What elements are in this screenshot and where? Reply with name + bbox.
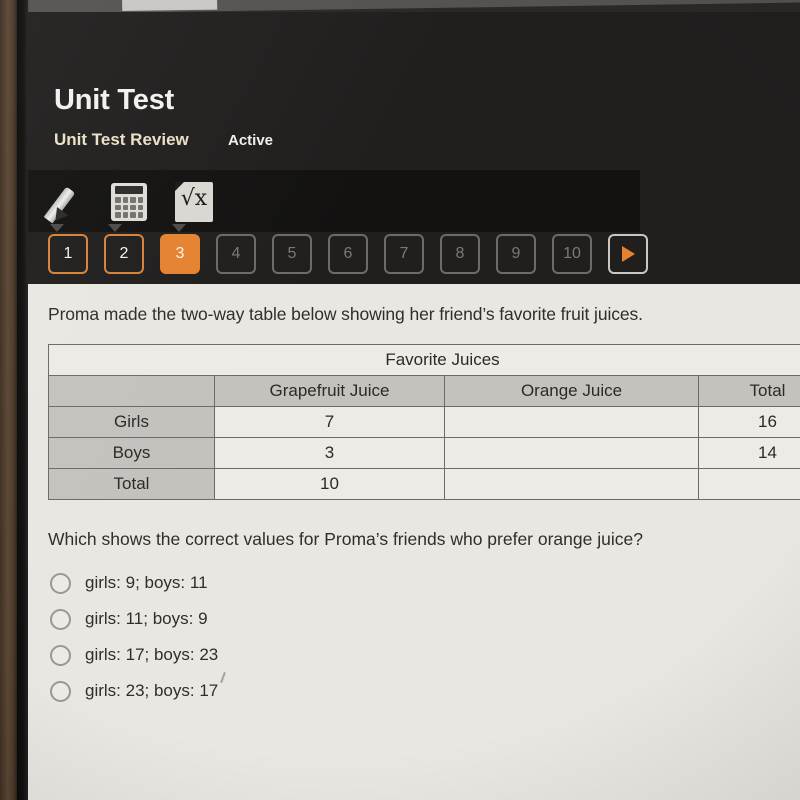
- question-button-9[interactable]: 9: [496, 234, 536, 274]
- pencil-tool-button[interactable]: [43, 180, 94, 232]
- question-button-5[interactable]: 5: [272, 234, 312, 274]
- test-header: Unit Test Unit Test Review Active √x 1 2…: [28, 12, 800, 284]
- answer-choices: girls: 9; boys: 11 girls: 11; boys: 9 gi…: [50, 566, 218, 710]
- answer-choice-label: girls: 11; boys: 9: [85, 609, 208, 628]
- page-title: Unit Test: [54, 84, 175, 116]
- question-button-2[interactable]: 2: [104, 234, 144, 274]
- table-corner-cell: [48, 375, 215, 407]
- radio-button-icon[interactable]: [50, 608, 71, 630]
- column-header-orange: Orange Juice: [444, 375, 699, 407]
- desk-surface-edge: [0, 0, 17, 800]
- app-screen: Unit Test Unit Test Review Active √x 1 2…: [28, 12, 800, 800]
- table-row: Boys 3 14: [48, 437, 800, 469]
- cell-girls-total: 16: [697, 406, 800, 438]
- question-content: Proma made the two-way table below showi…: [28, 284, 800, 800]
- cell-girls-grapefruit: 7: [214, 406, 445, 438]
- question-prompt: Proma made the two-way table below showi…: [48, 304, 643, 324]
- question-button-10[interactable]: 10: [552, 234, 592, 274]
- play-arrow-icon: [621, 246, 635, 262]
- row-header-boys: Boys: [48, 437, 215, 469]
- answer-choice-3[interactable]: girls: 17; boys: 23: [50, 638, 218, 672]
- tool-notch: [172, 224, 186, 232]
- formula-tool-label: √x: [180, 186, 208, 211]
- tool-notch: [50, 224, 64, 232]
- answer-choice-label: girls: 23; boys: 17: [85, 681, 219, 700]
- radio-button-icon[interactable]: [50, 680, 71, 702]
- cell-girls-orange: [444, 406, 699, 438]
- cell-total-grapefruit: 10: [214, 468, 445, 500]
- browser-tab[interactable]: [122, 0, 218, 11]
- cell-total-total: [697, 468, 800, 500]
- answer-choice-1[interactable]: girls: 9; boys: 11: [50, 566, 218, 600]
- tool-panel: √x: [28, 170, 640, 232]
- cell-boys-orange: [444, 437, 699, 469]
- table-header-row: Grapefruit Juice Orange Juice Total: [48, 375, 800, 407]
- table-row: Girls 7 16: [48, 406, 800, 438]
- answer-choice-label: girls: 17; boys: 23: [85, 645, 219, 664]
- calculator-tool-button[interactable]: [108, 180, 152, 232]
- formula-tool-button[interactable]: √x: [172, 180, 216, 232]
- next-question-button[interactable]: [608, 234, 648, 274]
- question-button-4[interactable]: 4: [216, 234, 256, 274]
- row-header-girls: Girls: [48, 406, 215, 438]
- question-text: Which shows the correct values for Proma…: [48, 529, 643, 549]
- answer-choice-label: girls: 9; boys: 11: [85, 573, 208, 592]
- answer-choice-2[interactable]: girls: 11; boys: 9: [50, 602, 218, 636]
- table-row: Total 10: [48, 468, 800, 500]
- column-header-grapefruit: Grapefruit Juice: [214, 375, 445, 407]
- test-name-label: Unit Test Review: [54, 130, 189, 149]
- row-header-total: Total: [48, 468, 215, 500]
- radio-button-icon[interactable]: [50, 644, 71, 666]
- question-button-3[interactable]: 3: [160, 234, 200, 274]
- question-button-1[interactable]: 1: [48, 234, 88, 274]
- question-button-8[interactable]: 8: [440, 234, 480, 274]
- two-way-table: Favorite Juices Grapefruit Juice Orange …: [47, 344, 800, 500]
- answer-choice-4[interactable]: girls: 23; boys: 17: [50, 674, 218, 708]
- table-caption: Favorite Juices: [47, 344, 800, 376]
- column-header-total: Total: [697, 375, 800, 407]
- question-button-6[interactable]: 6: [328, 234, 368, 274]
- question-button-7[interactable]: 7: [384, 234, 424, 274]
- cell-boys-total: 14: [697, 437, 800, 469]
- radio-button-icon[interactable]: [50, 572, 71, 594]
- cell-boys-grapefruit: 3: [214, 437, 445, 469]
- photographed-screen: Unit Test Unit Test Review Active √x 1 2…: [0, 0, 800, 800]
- status-badge: Active: [228, 132, 274, 149]
- cell-total-orange: [444, 468, 699, 500]
- screen-bezel: [17, 0, 28, 800]
- table-caption-row: Favorite Juices: [47, 344, 800, 376]
- tool-notch: [108, 224, 122, 232]
